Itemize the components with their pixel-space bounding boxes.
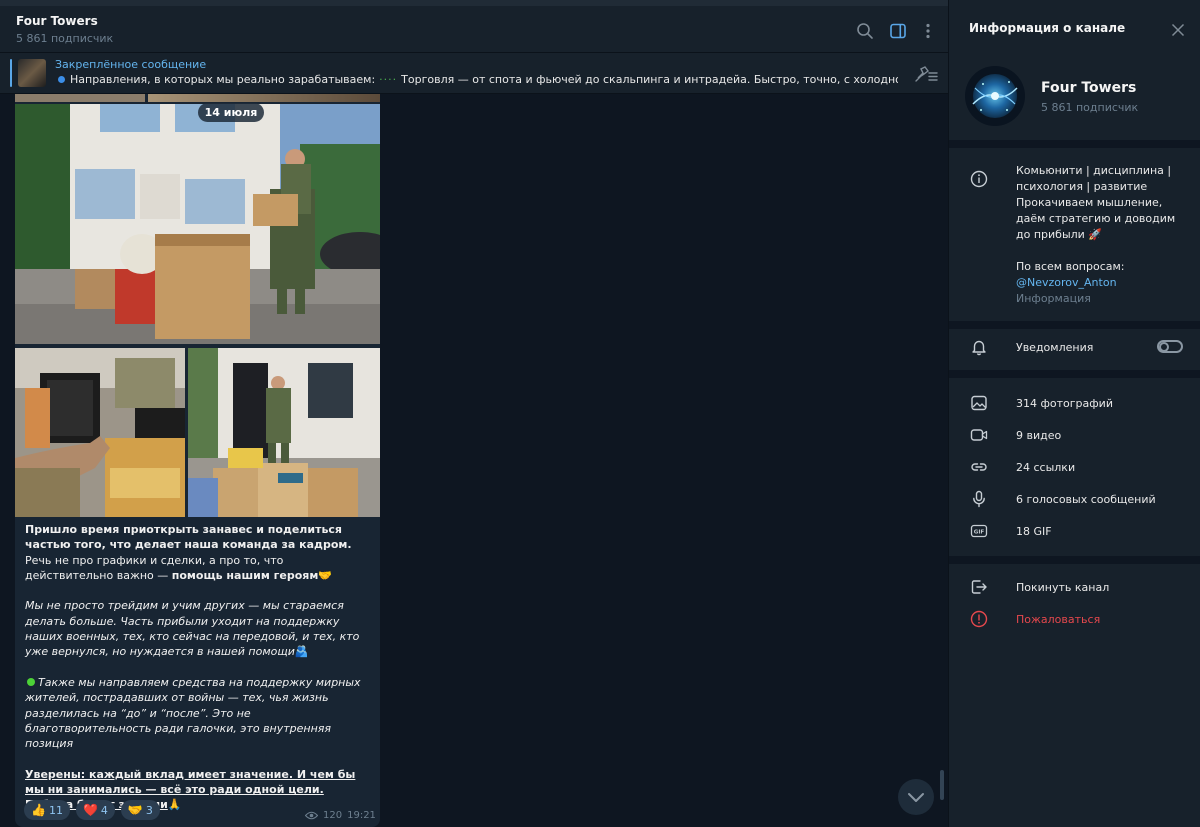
description-line-1: Комьюнити | дисциплина | психология | ра… — [1016, 164, 1172, 193]
toggle-knob — [1159, 341, 1169, 352]
pinned-preview-part1: Направления, в которых мы реально зараба… — [70, 73, 376, 86]
media-label: 6 голосовых сообщений — [1016, 492, 1156, 506]
photo-icon — [970, 394, 988, 412]
pinned-preview-part2: Торговля — от спота и фьючей до скальпин… — [401, 73, 898, 86]
sidebar-toggle-icon[interactable] — [888, 21, 908, 41]
search-icon[interactable] — [855, 21, 875, 41]
photo-equipment-cases[interactable] — [15, 348, 185, 517]
reaction-handshake[interactable]: 🤝 3 — [120, 800, 160, 820]
thumbs-up-icon: 👍 — [31, 803, 46, 817]
media-label: 9 видео — [1016, 428, 1062, 442]
message-text: Пришло время приоткрыть занавес и подели… — [25, 522, 370, 827]
divider — [949, 556, 1200, 564]
notifications-toggle[interactable] — [1157, 340, 1183, 353]
green-circle-emoji — [27, 677, 35, 686]
message-p2: Мы не просто трейдим и учим других — мы … — [25, 599, 360, 659]
reaction-thumbs-up[interactable]: 👍 11 — [24, 800, 70, 820]
chat-title[interactable]: Four Towers — [16, 14, 98, 28]
microphone-icon — [970, 490, 988, 508]
more-options-icon[interactable] — [918, 21, 938, 41]
description-caption: Информация — [1016, 292, 1091, 305]
description-line-2-wrap: Прокачиваем мышление, даём стратегию и д… — [1016, 195, 1186, 243]
media-label: 18 GIF — [1016, 524, 1052, 538]
channel-info-panel: Информация о канале Four Towers 5 861 по… — [948, 0, 1200, 827]
info-icon — [970, 170, 988, 188]
chat-header[interactable]: Four Towers 5 861 подписчик — [0, 0, 948, 52]
media-label: 314 фотографий — [1016, 396, 1113, 410]
channel-avatar[interactable] — [965, 66, 1025, 126]
rocket-emoji: 🚀 — [1088, 228, 1103, 241]
chat-scrollbar[interactable] — [940, 770, 944, 800]
scroll-to-bottom-button[interactable] — [898, 779, 934, 815]
date-badge: 14 июля — [198, 103, 264, 122]
unpin-icon[interactable] — [914, 65, 938, 83]
info-panel-title: Информация о канале — [969, 21, 1126, 35]
divider — [949, 321, 1200, 329]
close-icon[interactable] — [1171, 22, 1185, 37]
pinned-thumbnail — [18, 59, 46, 87]
media-row-photos[interactable]: 314 фотографий — [949, 391, 1200, 415]
message-p1-bold: Пришло время приоткрыть занавес и подели… — [25, 523, 352, 552]
message-p3: Также мы направляем средства на поддержк… — [25, 675, 361, 751]
media-row-gifs[interactable]: GIF 18 GIF — [949, 519, 1200, 543]
divider — [949, 370, 1200, 378]
video-icon — [970, 426, 988, 444]
reaction-count: 11 — [48, 803, 63, 817]
message-meta: 120 19:21 — [305, 810, 376, 821]
pinned-message-bar[interactable]: Закреплённое сообщение Направления, в ко… — [0, 52, 948, 94]
contact-link[interactable]: @Nevzorov_Anton — [1016, 275, 1186, 291]
notifications-label: Уведомления — [1016, 340, 1094, 354]
handshake-emoji: 🤝 — [318, 568, 333, 582]
channel-description: Комьюнити | дисциплина | психология | ра… — [1016, 163, 1186, 307]
previous-album-edge — [15, 94, 380, 102]
message-paragraph-1: Пришло время приоткрыть занавес и подели… — [25, 522, 370, 583]
link-icon — [970, 458, 988, 476]
pinned-title: Закреплённое сообщение — [55, 58, 207, 71]
report-label: Пожаловаться — [1016, 612, 1101, 626]
pinned-preview: Направления, в которых мы реально зараба… — [58, 73, 898, 86]
view-count: 120 — [323, 810, 343, 821]
divider — [949, 140, 1200, 148]
leave-channel-button[interactable]: Покинуть канал — [949, 575, 1200, 599]
folded-hands-emoji: 🙏 — [167, 798, 182, 812]
channel-name: Four Towers — [1041, 80, 1137, 96]
chevron-down-icon — [908, 793, 924, 802]
chat-area: Four Towers 5 861 подписчик Закреплённое… — [0, 0, 948, 827]
media-row-links[interactable]: 24 ссылки — [949, 455, 1200, 479]
pinned-indicator — [10, 59, 12, 87]
description-line-3: По всем вопросам: — [1016, 260, 1125, 273]
message-paragraph-3: Также мы направляем средства на поддержк… — [25, 675, 370, 751]
gif-icon: GIF — [970, 522, 988, 540]
chat-subscriber-count: 5 861 подписчик — [16, 32, 114, 45]
reaction-heart[interactable]: ❤️ 4 — [75, 800, 115, 820]
channel-subscriber-count: 5 861 подписчик — [1041, 101, 1139, 114]
bell-icon — [970, 338, 988, 356]
media-row-voice[interactable]: 6 голосовых сообщений — [949, 487, 1200, 511]
media-row-videos[interactable]: 9 видео — [949, 423, 1200, 447]
reaction-count: 4 — [100, 803, 108, 817]
exit-icon — [970, 578, 988, 596]
eye-icon — [305, 811, 318, 820]
blue-dot-icon — [58, 76, 65, 83]
report-button[interactable]: Пожаловаться — [949, 607, 1200, 631]
handshake-icon: 🤝 — [127, 803, 143, 817]
warning-icon — [970, 610, 988, 628]
reactions-bar: 👍 11 ❤️ 4 🤝 3 — [24, 800, 160, 820]
leave-channel-label: Покинуть канал — [1016, 580, 1110, 594]
dotted-separator-icon: ···· — [379, 73, 398, 86]
message-time: 19:21 — [347, 810, 376, 821]
reaction-count: 3 — [145, 803, 153, 817]
svg-text:GIF: GIF — [974, 530, 985, 536]
heart-icon: ❤️ — [82, 803, 98, 817]
photo-soldier-with-boxes[interactable] — [15, 104, 380, 344]
media-label: 24 ссылки — [1016, 460, 1076, 474]
people-hugging-emoji: 🫂 — [294, 645, 309, 659]
message-p1-bold2: помощь нашим героям — [171, 568, 319, 582]
photo-soldier-at-door[interactable] — [188, 348, 380, 517]
message-paragraph-2: Мы не просто трейдим и учим других — мы … — [25, 598, 370, 659]
